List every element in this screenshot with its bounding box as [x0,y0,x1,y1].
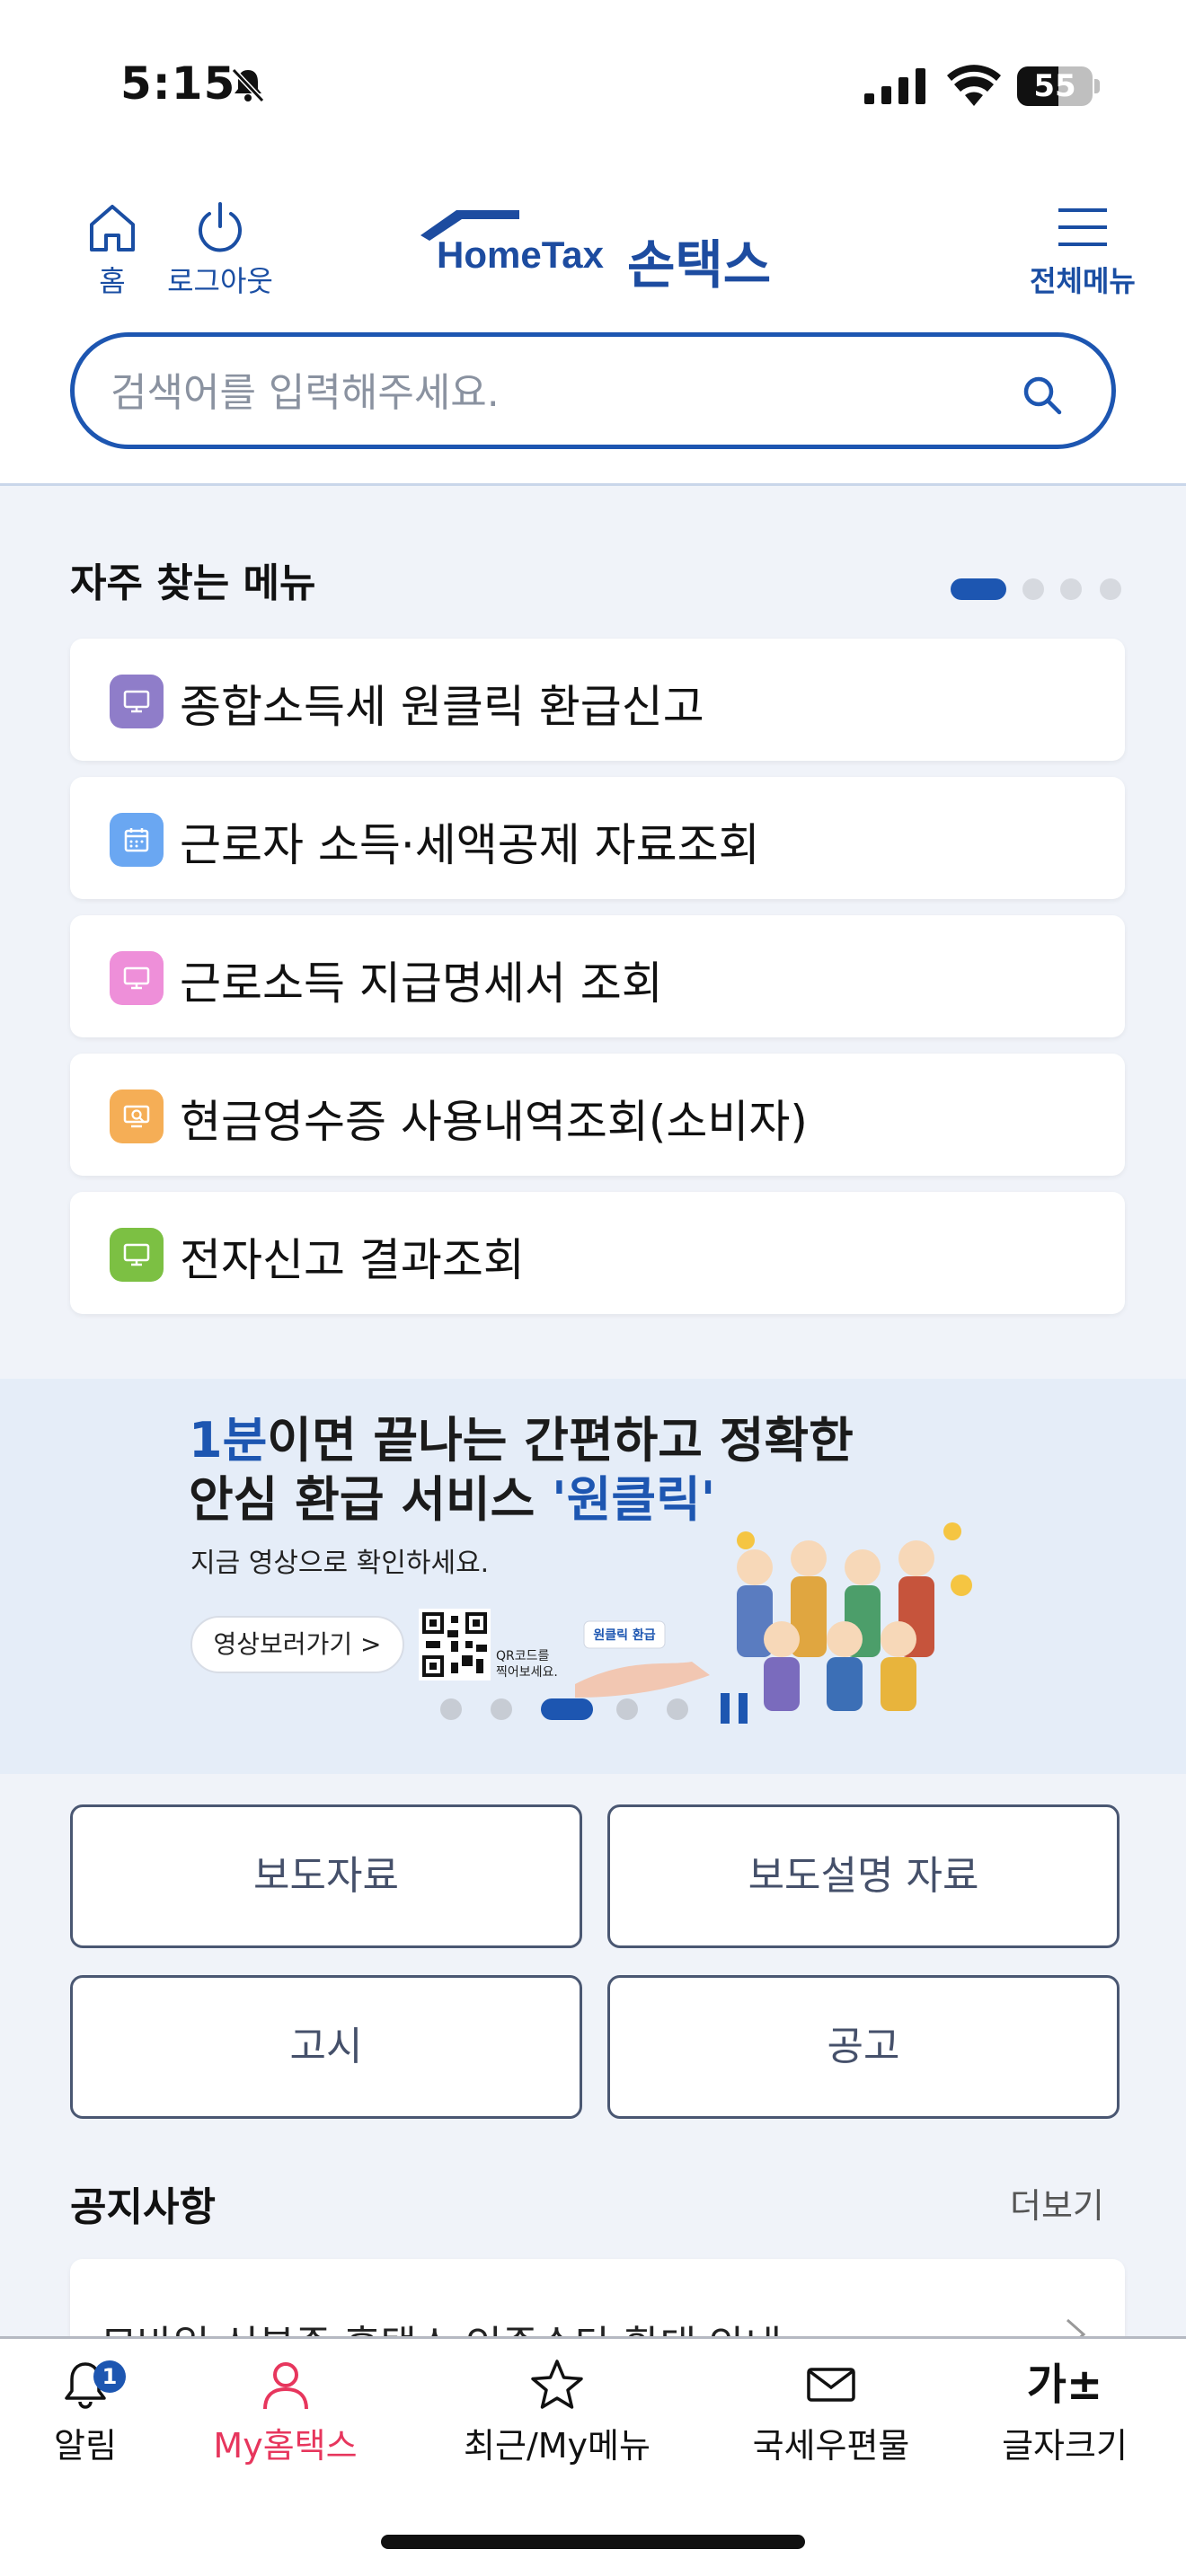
logout-button[interactable]: 로그아웃 [162,199,279,300]
pause-icon[interactable] [717,1693,753,1724]
logout-label: 로그아웃 [167,264,273,298]
press-release-button[interactable]: 보도자료 [70,1804,582,1948]
tab-tax-mail[interactable]: 국세우편물 [746,2357,916,2467]
banner-subtitle: 지금 영상으로 확인하세요. [190,1548,490,1579]
frequent-menu-label: 현금영수증 사용내역조회(소비자) [180,1096,808,1148]
qr-caption: QR코드를 찍어보세요. [496,1648,558,1681]
announcement-button[interactable]: 공고 [607,1975,1120,2119]
banner-dot[interactable] [491,1698,512,1720]
search-input[interactable] [111,364,1009,421]
qr-caption-line2: 찍어보세요. [496,1665,558,1680]
monitor-icon [110,1228,164,1282]
press-explanation-button[interactable]: 보도설명 자료 [607,1804,1120,1948]
notice-more-link[interactable]: 더보기 [1010,2178,1104,2228]
wifi-icon [947,65,1001,106]
banner-line2: 안심 환급 서비스 [189,1471,553,1528]
home-button[interactable]: 홈 [81,199,144,300]
tab-alerts-label: 알림 [54,2426,117,2466]
home-indicator [381,2535,805,2549]
alert-count-badge: 1 [93,2360,126,2393]
logo-text-ko: 손택스 [627,234,772,296]
status-bar: 5:15 55 [0,0,1186,171]
people-illustration: 원클릭 환급 [575,1522,972,1711]
star-icon [531,2360,583,2409]
frequent-menu-item[interactable]: 종합소득세 원클릭 환급신고 [70,639,1125,761]
search-doc-icon [110,1090,164,1143]
tab-my-hometax[interactable]: My홈택스 [202,2357,368,2467]
banner-dot[interactable] [616,1698,638,1720]
power-icon [199,202,242,252]
frequent-menu-title: 자주 찾는 메뉴 [70,560,316,606]
frequent-menu-item[interactable]: 근로자 소득·세액공제 자료조회 [70,777,1125,899]
hamburger-icon [1058,208,1107,246]
banner-highlight-1: 1분 [189,1412,268,1469]
carousel-dot-active[interactable] [951,578,1006,600]
font-size-icon: 가± [1026,2360,1103,2410]
status-time: 5:15 [120,57,236,110]
tab-recent-menu-label: 최근/My메뉴 [464,2426,651,2466]
notice-title: 공지사항 [70,2184,216,2230]
carousel-dot[interactable] [1060,578,1082,600]
banner-dot-active[interactable] [541,1698,593,1720]
notification-button[interactable]: 고시 [70,1975,582,2119]
tab-font-size-label: 글자크기 [1002,2426,1128,2466]
logo-text-en: HomeTax [437,234,604,276]
hometax-logo[interactable]: HomeTax 손택스 [415,207,792,296]
all-menu-label: 전체메뉴 [1030,264,1136,298]
tab-my-hometax-label: My홈택스 [213,2426,358,2466]
frequent-menu-item[interactable]: 전자신고 결과조회 [70,1192,1125,1314]
frequent-menu-item[interactable]: 근로소득 지급명세서 조회 [70,915,1125,1037]
calendar-icon [110,813,164,867]
qr-code-image [419,1609,491,1681]
promo-banner[interactable]: 1분이면 끝나는 간편하고 정확한 안심 환급 서비스 '원클릭' 지금 영상으… [0,1379,1186,1774]
frequent-menu-label: 근로소득 지급명세서 조회 [180,957,663,1010]
main-content: 자주 찾는 메뉴 종합소득세 원클릭 환급신고 근로자 소득·세액공제 자료조회… [0,486,1186,2385]
banner-pagination [440,1693,764,1724]
battery-indicator: 55 [1017,66,1100,106]
search-bar [70,332,1116,449]
carousel-dot[interactable] [1022,578,1044,600]
bell-off-icon [231,67,265,103]
banner-tag-text: 원클릭 환급 [593,1628,655,1643]
monitor-icon [110,675,164,728]
tab-tax-mail-label: 국세우편물 [752,2426,910,2466]
mail-icon [807,2368,855,2402]
frequent-menu-label: 전자신고 결과조회 [180,1234,525,1286]
banner-dot[interactable] [667,1698,688,1720]
carousel-dot[interactable] [1100,578,1121,600]
home-icon [90,205,135,251]
frequent-menu-label: 근로자 소득·세액공제 자료조회 [180,819,760,871]
tab-recent-menu[interactable]: 최근/My메뉴 [458,2357,656,2467]
monitor-icon [110,951,164,1005]
frequent-menu-label: 종합소득세 원클릭 환급신고 [180,681,704,733]
frequent-menu-item[interactable]: 현금영수증 사용내역조회(소비자) [70,1054,1125,1176]
person-icon [262,2362,308,2410]
cellular-signal-icon [864,68,925,104]
battery-percent: 55 [1033,68,1076,104]
tab-font-size[interactable]: 가± 글자크기 [997,2357,1132,2467]
search-icon[interactable] [1020,373,1065,418]
all-menu-button[interactable]: 전체메뉴 [1024,199,1141,300]
app-header: 홈 로그아웃 HomeTax 손택스 전체메뉴 [0,171,1186,486]
watch-video-button[interactable]: 영상보러가기 > [190,1616,404,1673]
home-label: 홈 [99,264,126,298]
banner-dot[interactable] [440,1698,462,1720]
banner-line1: 이면 끝나는 간편하고 정확한 [267,1412,854,1469]
qr-caption-line1: QR코드를 [496,1649,550,1663]
